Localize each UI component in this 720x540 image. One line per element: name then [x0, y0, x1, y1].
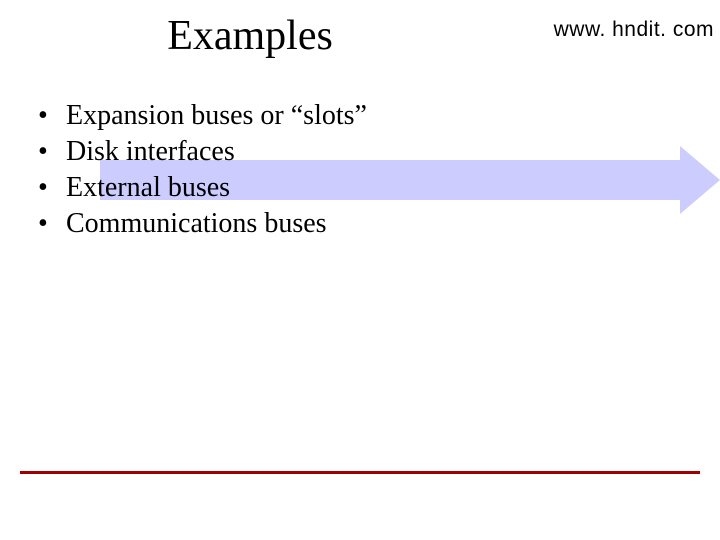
arrow-head-icon [680, 146, 720, 214]
slide-title: Examples [0, 12, 500, 60]
footer-divider [20, 471, 700, 474]
bullet-list: Expansion buses or “slots” Disk interfac… [38, 98, 367, 242]
list-item: Expansion buses or “slots” [38, 98, 367, 134]
list-item: Communications buses [38, 206, 367, 242]
list-item: External buses [38, 170, 367, 206]
list-item: Disk interfaces [38, 134, 367, 170]
slide: Examples www. hndit. com Expansion buses… [0, 0, 720, 540]
source-url: www. hndit. com [554, 18, 714, 42]
